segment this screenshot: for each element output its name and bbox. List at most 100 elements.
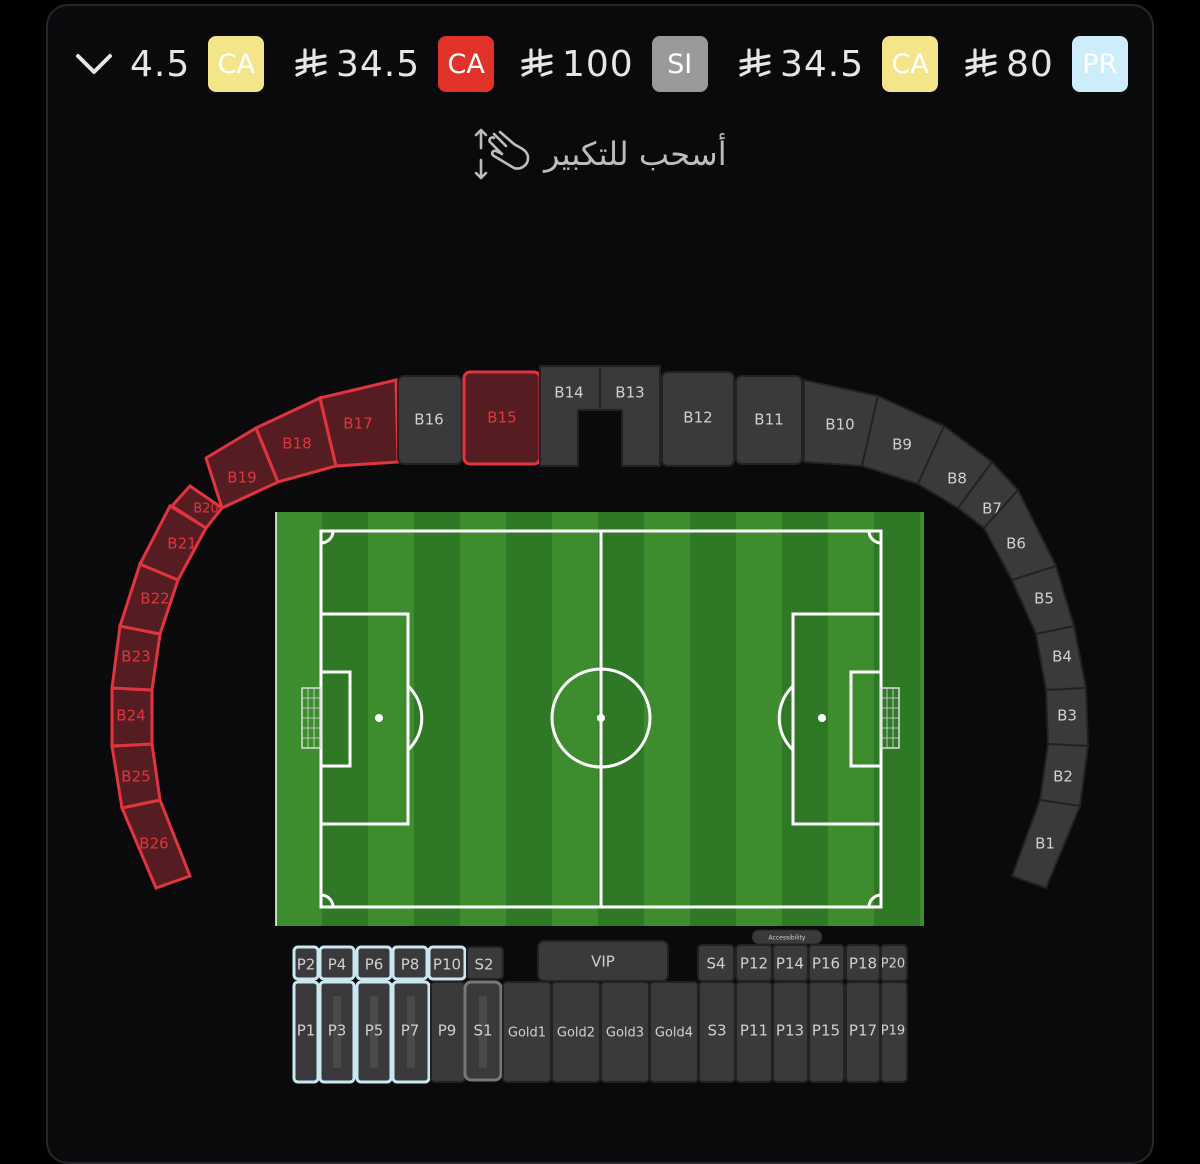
svg-text:B4: B4 <box>1052 648 1072 666</box>
svg-text:B20: B20 <box>193 502 218 517</box>
section-B11[interactable]: B11 <box>735 375 803 465</box>
svg-text:P6: P6 <box>365 956 384 974</box>
section-B24[interactable]: B24 <box>110 686 154 748</box>
section-accessibility[interactable]: Accessibility <box>751 929 823 945</box>
section-P12[interactable]: P12 <box>735 944 773 982</box>
svg-text:P11: P11 <box>740 1022 768 1040</box>
svg-text:P8: P8 <box>401 956 420 974</box>
section-B14-B13[interactable]: B14 B13 <box>539 365 661 467</box>
section-P6[interactable]: P6 <box>355 945 393 981</box>
svg-text:B26: B26 <box>139 835 168 853</box>
svg-text:S4: S4 <box>706 955 725 973</box>
svg-text:P19: P19 <box>881 1024 905 1039</box>
section-B3[interactable]: B3 <box>1044 686 1090 748</box>
svg-text:Accessibility: Accessibility <box>769 935 806 942</box>
svg-text:P10: P10 <box>433 956 461 974</box>
section-B12[interactable]: B12 <box>661 371 735 467</box>
section-B25[interactable]: B25 <box>110 742 162 810</box>
section-P11[interactable]: P11 <box>735 981 773 1083</box>
section-P14[interactable]: P14 <box>772 944 809 982</box>
section-P1[interactable]: P1 <box>292 980 320 1084</box>
svg-text:Gold1: Gold1 <box>508 1026 546 1041</box>
section-B26[interactable]: B26 <box>119 798 192 890</box>
svg-text:B15: B15 <box>487 409 516 427</box>
svg-text:B11: B11 <box>754 411 783 429</box>
svg-text:B23: B23 <box>121 648 150 666</box>
svg-text:S2: S2 <box>474 956 493 974</box>
svg-text:VIP: VIP <box>591 953 615 971</box>
svg-text:B12: B12 <box>683 409 712 427</box>
svg-text:B8: B8 <box>947 470 967 488</box>
svg-text:B19: B19 <box>227 469 256 487</box>
lower-stand-top-right: S4 P12 P14 P16 P18 P20 <box>697 944 908 982</box>
svg-text:P13: P13 <box>776 1022 804 1040</box>
svg-text:B21: B21 <box>167 535 196 553</box>
svg-text:B18: B18 <box>282 435 311 453</box>
svg-text:P9: P9 <box>438 1022 457 1040</box>
svg-text:B5: B5 <box>1034 590 1054 608</box>
svg-text:Gold3: Gold3 <box>606 1026 644 1041</box>
svg-text:B22: B22 <box>140 590 169 608</box>
svg-text:P18: P18 <box>849 955 877 973</box>
svg-text:S1: S1 <box>473 1022 492 1040</box>
section-P18[interactable]: P18 <box>845 944 881 982</box>
section-B2[interactable]: B2 <box>1038 742 1090 808</box>
section-P4[interactable]: P4 <box>318 945 356 981</box>
svg-text:P5: P5 <box>365 1022 384 1040</box>
svg-text:B17: B17 <box>343 415 372 433</box>
section-S4[interactable]: S4 <box>697 944 735 982</box>
svg-text:P16: P16 <box>812 955 840 973</box>
lower-stand-bottom: P1 P3 P5 P7 P9 S1 Gold1 Gold2 Gold3 Gold… <box>292 980 908 1084</box>
svg-text:B16: B16 <box>414 411 443 429</box>
svg-text:B10: B10 <box>825 416 854 434</box>
section-P8[interactable]: P8 <box>391 945 429 981</box>
svg-text:B14: B14 <box>554 384 583 402</box>
section-B16[interactable]: B16 <box>397 375 463 465</box>
section-P19[interactable]: P19 <box>880 981 908 1083</box>
stadium-map[interactable]: B26 B25 B24 B23 B22 B21 B20 B19 B18 B17 … <box>0 0 1200 1132</box>
svg-text:P4: P4 <box>328 956 347 974</box>
svg-text:B1: B1 <box>1035 835 1055 853</box>
section-P3[interactable]: P3 <box>318 980 356 1084</box>
svg-text:B3: B3 <box>1057 707 1077 725</box>
svg-text:B24: B24 <box>116 707 145 725</box>
section-S2[interactable]: S2 <box>466 946 504 980</box>
section-P10[interactable]: P10 <box>427 945 467 981</box>
svg-text:S3: S3 <box>707 1022 726 1040</box>
svg-text:B13: B13 <box>615 384 644 402</box>
section-P20[interactable]: P20 <box>880 944 908 982</box>
svg-text:B9: B9 <box>892 436 912 454</box>
svg-text:B6: B6 <box>1006 535 1026 553</box>
section-P7[interactable]: P7 <box>391 980 431 1084</box>
section-B5[interactable]: B5 <box>1010 564 1076 636</box>
section-Gold2[interactable]: Gold2 <box>551 981 601 1083</box>
section-Gold4[interactable]: Gold4 <box>649 981 699 1083</box>
svg-text:P20: P20 <box>881 957 905 972</box>
section-B4[interactable]: B4 <box>1034 624 1088 692</box>
svg-text:P3: P3 <box>328 1022 347 1040</box>
section-B15[interactable]: B15 <box>462 370 542 466</box>
section-P2[interactable]: P2 <box>292 945 320 981</box>
svg-text:Gold2: Gold2 <box>557 1026 595 1041</box>
svg-text:P17: P17 <box>849 1022 877 1040</box>
section-P9[interactable]: P9 <box>430 981 466 1083</box>
section-B1[interactable]: B1 <box>1010 798 1082 890</box>
section-Gold1[interactable]: Gold1 <box>502 981 552 1083</box>
section-P13[interactable]: P13 <box>772 981 809 1083</box>
section-P5[interactable]: P5 <box>355 980 393 1084</box>
section-B23[interactable]: B23 <box>110 624 162 692</box>
svg-text:P12: P12 <box>740 955 768 973</box>
section-S3[interactable]: S3 <box>698 981 736 1083</box>
svg-text:P2: P2 <box>297 956 316 974</box>
section-P16[interactable]: P16 <box>808 944 845 982</box>
svg-text:P15: P15 <box>812 1022 840 1040</box>
section-P15[interactable]: P15 <box>808 981 845 1083</box>
lower-stand-top-left: P2 P4 P6 P8 P10 S2 <box>292 945 504 981</box>
section-S1[interactable]: S1 <box>463 980 503 1082</box>
section-VIP[interactable]: VIP <box>537 940 669 982</box>
section-P17[interactable]: P17 <box>845 981 881 1083</box>
section-Gold3[interactable]: Gold3 <box>600 981 650 1083</box>
svg-text:P14: P14 <box>776 955 804 973</box>
svg-text:Gold4: Gold4 <box>655 1026 693 1041</box>
section-B17[interactable]: B17 <box>318 378 400 468</box>
